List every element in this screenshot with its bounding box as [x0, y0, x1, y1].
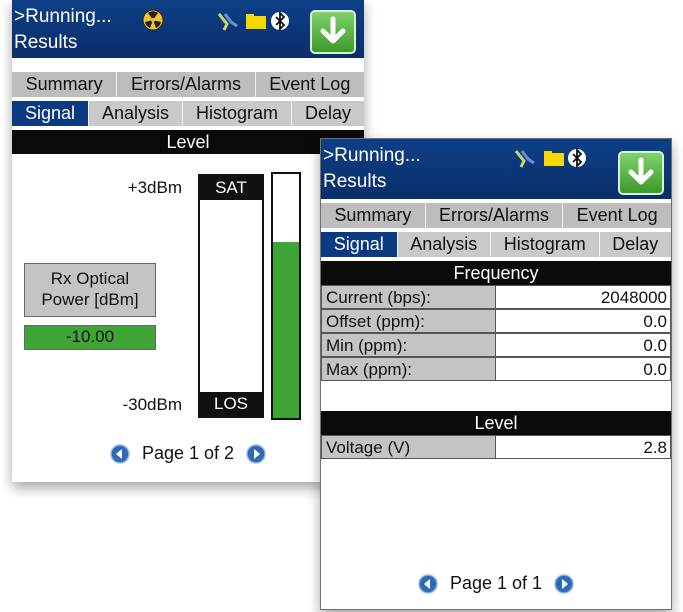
level-bar-fill: [273, 242, 299, 418]
scale-bottom-label: -30dBm: [122, 395, 182, 414]
pager: Page 1 of 1: [321, 573, 671, 599]
table-row: Voltage (V) 2.8: [321, 435, 671, 459]
hazard-icon: [142, 9, 164, 31]
page-indicator: Page 1 of 1: [449, 573, 543, 593]
sat-tag: SAT: [200, 176, 262, 200]
download-button[interactable]: [618, 151, 664, 195]
title-bar: >Running... Results: [12, 0, 364, 58]
page-next-icon[interactable]: [554, 573, 574, 594]
level-bar: [271, 172, 301, 420]
status-title: >Running...: [323, 145, 421, 166]
page-prev-icon[interactable]: [418, 573, 438, 594]
table-row: Current (bps): 2048000: [321, 285, 671, 309]
row-label: Voltage (V): [321, 435, 495, 459]
scale-top-label: +3dBm: [127, 178, 182, 197]
page-indicator: Page 1 of 2: [141, 443, 235, 463]
row-value: 0.0: [495, 357, 671, 381]
tab-analysis[interactable]: Analysis: [89, 101, 184, 126]
row-value: 0.0: [495, 309, 671, 333]
page-prev-icon[interactable]: [110, 443, 130, 464]
page-title: Results: [323, 171, 387, 192]
download-arrow-icon: [320, 16, 346, 44]
table-row: Min (ppm): 0.0: [321, 333, 671, 357]
tab-errors-alarms[interactable]: Errors/Alarms: [117, 72, 256, 97]
table-row: Offset (ppm): 0.0: [321, 309, 671, 333]
test-leads-icon: [514, 150, 535, 168]
level-scale-box: SAT LOS: [198, 174, 264, 418]
results-screen-signal-frequency: >Running... Results Summary Errors/Alarm…: [320, 138, 672, 610]
section-header-level: Level: [12, 130, 364, 154]
tab-errors-alarms[interactable]: Errors/Alarms: [426, 203, 564, 228]
tab-row-secondary: Signal Analysis Histogram Delay: [321, 232, 671, 257]
rx-optical-power-value: -10.00: [24, 325, 156, 350]
tab-event-log[interactable]: Event Log: [563, 203, 671, 228]
bluetooth-icon: [568, 147, 586, 169]
tab-histogram[interactable]: Histogram: [183, 101, 293, 126]
row-label: Offset (ppm):: [321, 309, 495, 333]
tab-delay[interactable]: Delay: [599, 232, 671, 257]
row-label: Current (bps):: [321, 285, 495, 309]
tab-summary[interactable]: Summary: [12, 72, 118, 97]
title-bar: >Running... Results: [321, 139, 671, 199]
tab-analysis[interactable]: Analysis: [397, 232, 492, 257]
tab-delay[interactable]: Delay: [292, 101, 364, 126]
row-value: 0.0: [495, 333, 671, 357]
pager: Page 1 of 2: [12, 443, 364, 469]
tab-event-log[interactable]: Event Log: [256, 72, 364, 97]
section-header-level: Level: [321, 411, 671, 435]
row-value: 2048000: [495, 285, 671, 309]
test-leads-icon: [217, 13, 238, 31]
download-arrow-icon: [628, 157, 654, 185]
tab-row-primary: Summary Errors/Alarms Event Log: [321, 203, 671, 228]
results-screen-signal-level: >Running... Results Summary Errors/Alarm…: [12, 0, 364, 482]
row-value: 2.8: [495, 435, 671, 459]
folder-icon: [544, 151, 564, 166]
tab-row-secondary: Signal Analysis Histogram Delay: [12, 101, 364, 126]
tab-signal[interactable]: Signal: [321, 232, 398, 257]
download-button[interactable]: [310, 10, 356, 54]
folder-icon: [246, 14, 266, 29]
tab-row-primary: Summary Errors/Alarms Event Log: [12, 72, 364, 97]
rx-optical-power-label: Rx Optical Power [dBm]: [24, 263, 156, 317]
section-header-frequency: Frequency: [321, 261, 671, 285]
status-title: >Running...: [14, 6, 112, 27]
tab-signal[interactable]: Signal: [12, 101, 90, 126]
rx-label-line1: Rx Optical: [50, 269, 130, 288]
page-title: Results: [14, 32, 78, 53]
table-row: Max (ppm): 0.0: [321, 357, 671, 381]
page-next-icon[interactable]: [246, 443, 266, 464]
row-label: Min (ppm):: [321, 333, 495, 357]
tab-histogram[interactable]: Histogram: [491, 232, 600, 257]
los-tag: LOS: [200, 392, 262, 416]
bluetooth-icon: [271, 10, 289, 32]
tab-summary[interactable]: Summary: [321, 203, 426, 228]
rx-label-line2: Power [dBm]: [41, 290, 139, 309]
row-label: Max (ppm):: [321, 357, 495, 381]
